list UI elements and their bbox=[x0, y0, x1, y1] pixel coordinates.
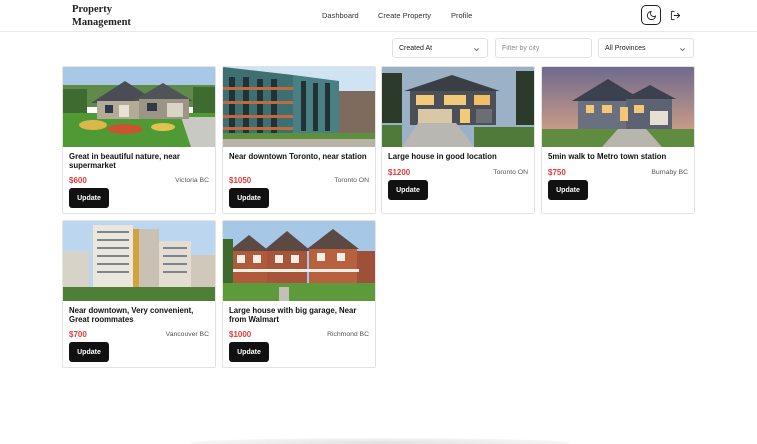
property-price: $700 bbox=[69, 330, 87, 339]
property-title: Large house in good location bbox=[388, 152, 497, 161]
property-title: Great in beautiful nature, near supermar… bbox=[69, 152, 180, 170]
property-card: Near downtown, Very convenient, Great ro… bbox=[62, 220, 216, 368]
property-card: Large house with big garage, Near from W… bbox=[222, 220, 376, 368]
brand-line-2: Management bbox=[72, 17, 131, 28]
property-location: Burnaby BC bbox=[651, 169, 688, 176]
brand-logo[interactable]: Property Management bbox=[72, 3, 131, 29]
property-card: Near downtown Toronto, near station $105… bbox=[222, 66, 376, 214]
property-location: Toronto ON bbox=[334, 177, 369, 184]
property-title: Near downtown Toronto, near station bbox=[229, 152, 367, 161]
nav-dashboard[interactable]: Dashboard bbox=[322, 11, 359, 20]
update-button[interactable]: Update bbox=[69, 188, 109, 208]
update-button[interactable]: Update bbox=[69, 342, 109, 362]
province-select-value: All Provinces bbox=[605, 44, 646, 52]
property-location: Victoria BC bbox=[175, 177, 209, 184]
sort-select[interactable]: Created At bbox=[392, 38, 488, 58]
property-location: Toronto ON bbox=[493, 169, 528, 176]
update-button[interactable]: Update bbox=[548, 180, 588, 200]
province-select[interactable]: All Provinces bbox=[598, 38, 694, 58]
city-filter-field bbox=[495, 38, 592, 58]
property-image bbox=[542, 67, 694, 147]
logout-button[interactable] bbox=[668, 8, 682, 22]
property-location: Vancouver BC bbox=[165, 331, 209, 338]
property-price: $750 bbox=[548, 168, 566, 177]
property-price: $1200 bbox=[388, 168, 411, 177]
property-card: Large house in good location $1200 Toron… bbox=[381, 66, 535, 214]
update-button[interactable]: Update bbox=[229, 342, 269, 362]
property-image bbox=[382, 67, 534, 147]
update-button[interactable]: Update bbox=[388, 180, 428, 200]
property-image bbox=[223, 67, 375, 147]
theme-toggle-button[interactable] bbox=[641, 5, 661, 25]
property-price: $600 bbox=[69, 176, 87, 185]
property-image bbox=[63, 221, 215, 301]
property-price: $1000 bbox=[229, 330, 252, 339]
property-card: Great in beautiful nature, near supermar… bbox=[62, 66, 216, 214]
moon-icon bbox=[646, 10, 656, 20]
update-button[interactable]: Update bbox=[229, 188, 269, 208]
bottom-shadow bbox=[190, 438, 570, 444]
property-image bbox=[63, 67, 215, 147]
top-navbar: Property Management Dashboard Create Pro… bbox=[0, 0, 757, 32]
logout-icon bbox=[670, 10, 680, 20]
property-price: $1050 bbox=[229, 176, 252, 185]
property-card: 5min walk to Metro town station $750 Bur… bbox=[541, 66, 695, 214]
property-location: Richmond BC bbox=[327, 331, 369, 338]
sort-select-value: Created At bbox=[399, 44, 433, 52]
city-filter-input[interactable] bbox=[502, 44, 586, 52]
property-title: Large house with big garage, Near from W… bbox=[229, 306, 357, 324]
chevron-down-icon bbox=[474, 48, 479, 52]
nav-create-property[interactable]: Create Property bbox=[378, 11, 431, 20]
property-title: Near downtown, Very convenient, Great ro… bbox=[69, 306, 194, 324]
property-title: 5min walk to Metro town station bbox=[548, 152, 667, 161]
brand-line-1: Property bbox=[72, 4, 113, 15]
nav-profile[interactable]: Profile bbox=[451, 11, 472, 20]
chevron-down-icon bbox=[680, 48, 685, 52]
property-image bbox=[223, 221, 375, 301]
